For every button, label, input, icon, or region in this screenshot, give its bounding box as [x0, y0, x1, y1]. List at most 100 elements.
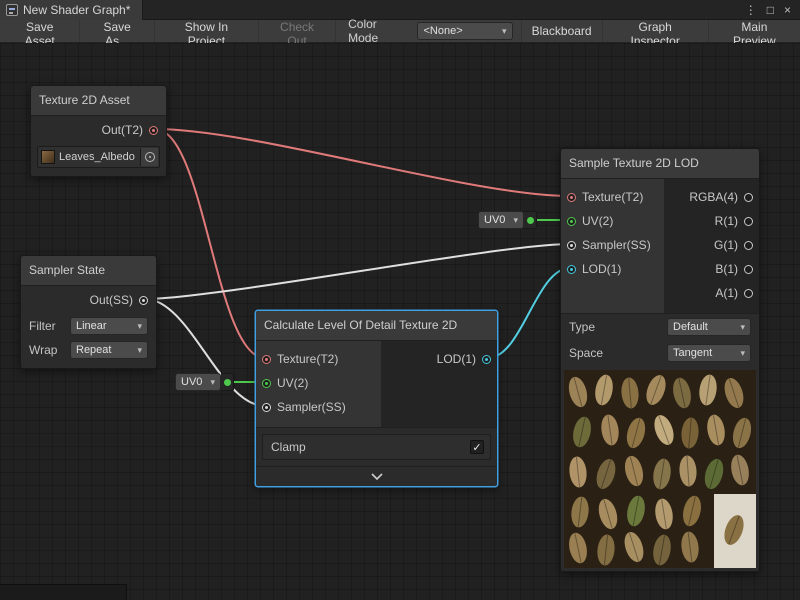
- input-ports: Texture(T2) UV(2) Sampler(SS): [256, 341, 381, 427]
- edge-texture-to-calc-lod[interactable]: [155, 129, 265, 358]
- port-row: LOD(1): [561, 257, 664, 281]
- window-menu-icon[interactable]: ⋮: [740, 3, 762, 17]
- input-port-texture[interactable]: [262, 355, 271, 364]
- port-label: Sampler(SS): [582, 238, 651, 252]
- node-calculate-lod-texture-2d[interactable]: Calculate Level Of Detail Texture 2D Tex…: [255, 310, 498, 487]
- input-port-uv[interactable]: [567, 217, 576, 226]
- node-title[interactable]: Sample Texture 2D LOD: [561, 149, 759, 179]
- graph-canvas[interactable]: Texture 2D Asset Out(T2) Leaves_Albedo S…: [0, 43, 800, 600]
- output-port-b[interactable]: [744, 265, 753, 274]
- port-row: UV(2): [256, 371, 381, 395]
- node-title[interactable]: Calculate Level Of Detail Texture 2D: [256, 311, 497, 341]
- blackboard-toggle[interactable]: Blackboard: [521, 20, 602, 42]
- toolbar: Save Asset Save As... Show In Project Ch…: [0, 20, 800, 43]
- type-value: Default: [673, 321, 708, 333]
- collapse-preview-button[interactable]: [256, 467, 497, 486]
- save-asset-button[interactable]: Save Asset: [0, 20, 80, 42]
- edge-texture-to-sample-lod[interactable]: [155, 129, 570, 196]
- clamp-checkbox[interactable]: ✓: [470, 440, 484, 454]
- edge-sampler-to-sample-lod[interactable]: [145, 244, 570, 299]
- chevron-down-icon: ▾: [740, 322, 745, 333]
- main-preview-toggle[interactable]: Main Preview: [708, 20, 800, 42]
- port-row: G(1): [664, 233, 759, 257]
- input-port-lod[interactable]: [567, 265, 576, 274]
- port-row: LOD(1): [381, 347, 497, 371]
- texture-object-field[interactable]: Leaves_Albedo: [37, 146, 160, 168]
- input-port-sampler[interactable]: [262, 403, 271, 412]
- window-close-icon[interactable]: ×: [779, 3, 796, 17]
- save-as-button[interactable]: Save As...: [80, 20, 154, 42]
- uv-port-dot-icon: [224, 379, 231, 386]
- port-label: Sampler(SS): [277, 400, 346, 414]
- space-row: Space Tangent ▾: [561, 340, 759, 366]
- port-label: R(1): [715, 214, 738, 228]
- object-picker-button[interactable]: [140, 148, 158, 166]
- uv-slot-dropdown-calc[interactable]: UV0 ▾: [175, 373, 234, 391]
- space-dropdown[interactable]: Tangent ▾: [667, 344, 751, 362]
- uv-slot-dropdown-sample[interactable]: UV0 ▾: [478, 211, 537, 229]
- window-title: New Shader Graph*: [23, 3, 130, 17]
- port-row: R(1): [664, 209, 759, 233]
- chevron-down-icon: ▾: [740, 348, 745, 359]
- output-ports: LOD(1): [381, 341, 497, 427]
- window-tab[interactable]: New Shader Graph*: [0, 0, 143, 20]
- output-port-out-t2[interactable]: [149, 126, 158, 135]
- output-port-out-ss[interactable]: [139, 296, 148, 305]
- show-in-project-button[interactable]: Show In Project: [155, 20, 259, 42]
- port-row: Out(SS): [21, 286, 156, 314]
- output-port-lod[interactable]: [482, 355, 491, 364]
- texture-asset-name: Leaves_Albedo: [59, 151, 136, 163]
- port-row: Sampler(SS): [256, 395, 381, 419]
- edge-lod-to-sample-lod[interactable]: [488, 268, 570, 358]
- uv-slot-value: UV0: [484, 214, 505, 226]
- input-port-sampler[interactable]: [567, 241, 576, 250]
- uv-chip-port[interactable]: [221, 373, 234, 391]
- wrap-dropdown[interactable]: Repeat ▾: [70, 341, 148, 359]
- port-label: Texture(T2): [277, 352, 338, 366]
- port-label: Out(SS): [90, 293, 133, 307]
- filter-row: Filter Linear ▾: [21, 314, 156, 338]
- node-sampler-state[interactable]: Sampler State Out(SS) Filter Linear ▾ Wr…: [20, 255, 157, 369]
- port-label: LOD(1): [437, 352, 476, 366]
- chevron-down-icon: ▾: [513, 215, 518, 226]
- port-label: LOD(1): [582, 262, 621, 276]
- color-mode-label: Color Mode: [336, 20, 417, 42]
- uv-chip-port[interactable]: [524, 211, 537, 229]
- shader-graph-icon: [6, 4, 18, 16]
- output-port-rgba[interactable]: [744, 193, 753, 202]
- clamp-setting: Clamp ✓: [256, 428, 497, 467]
- window-maximize-icon[interactable]: □: [762, 3, 779, 17]
- port-row: Texture(T2): [561, 185, 664, 209]
- filter-label: Filter: [29, 319, 56, 333]
- port-label: G(1): [714, 238, 738, 252]
- port-label: UV(2): [582, 214, 613, 228]
- chevron-down-icon: ▾: [137, 321, 142, 332]
- space-value: Tangent: [673, 347, 712, 359]
- node-title[interactable]: Sampler State: [21, 256, 156, 286]
- input-port-uv[interactable]: [262, 379, 271, 388]
- port-label: Out(T2): [102, 123, 143, 137]
- port-row: A(1): [664, 281, 759, 305]
- port-label: UV(2): [277, 376, 308, 390]
- type-row: Type Default ▾: [561, 314, 759, 340]
- output-port-a[interactable]: [744, 289, 753, 298]
- chevron-down-icon: ▾: [210, 377, 215, 388]
- output-port-r[interactable]: [744, 217, 753, 226]
- type-dropdown[interactable]: Default ▾: [667, 318, 751, 336]
- wrap-row: Wrap Repeat ▾: [21, 338, 156, 362]
- uv-slot-field[interactable]: UV0 ▾: [478, 211, 524, 229]
- port-row: Sampler(SS): [561, 233, 664, 257]
- output-port-g[interactable]: [744, 241, 753, 250]
- node-title[interactable]: Texture 2D Asset: [31, 86, 166, 116]
- node-sample-texture-2d-lod[interactable]: Sample Texture 2D LOD Texture(T2) UV(2) …: [560, 148, 760, 572]
- uv-port-dot-icon: [527, 217, 534, 224]
- node-texture-2d-asset[interactable]: Texture 2D Asset Out(T2) Leaves_Albedo: [30, 85, 167, 177]
- uv-slot-field[interactable]: UV0 ▾: [175, 373, 221, 391]
- input-port-texture[interactable]: [567, 193, 576, 202]
- chevron-down-icon: ▾: [502, 26, 507, 37]
- graph-inspector-toggle[interactable]: Graph Inspector: [602, 20, 708, 42]
- filter-dropdown[interactable]: Linear ▾: [70, 317, 148, 335]
- space-label: Space: [569, 346, 603, 360]
- uv-slot-value: UV0: [181, 376, 202, 388]
- color-mode-dropdown[interactable]: <None> ▾: [417, 22, 512, 40]
